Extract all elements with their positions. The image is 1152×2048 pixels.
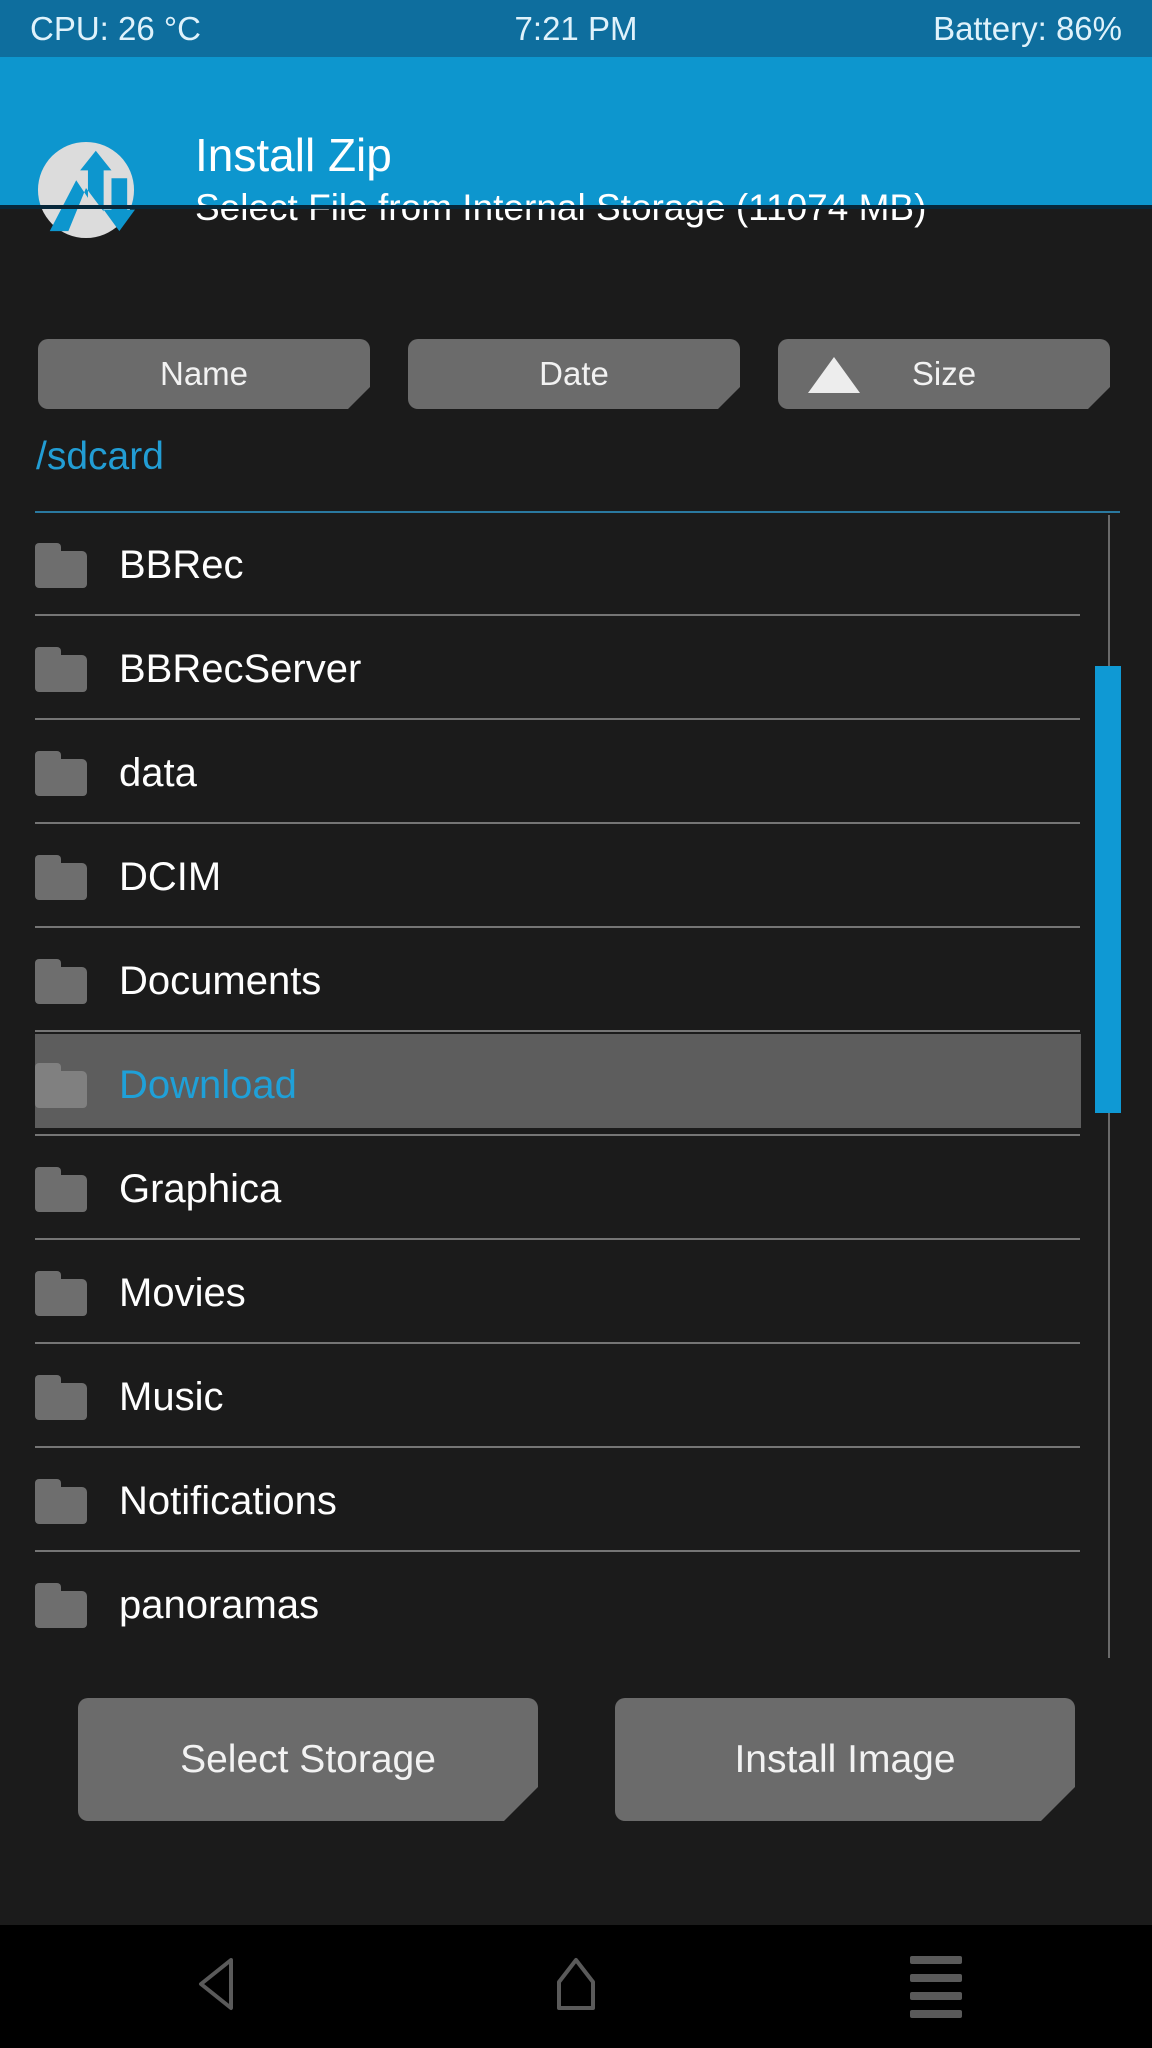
header-text-block: Install Zip Select File from Internal St… bbox=[195, 127, 926, 233]
back-triangle-icon bbox=[191, 1956, 241, 2017]
file-list-item-label: BBRec bbox=[119, 543, 244, 587]
file-list-item-label: Movies bbox=[119, 1271, 246, 1315]
file-list-item-label: DCIM bbox=[119, 855, 222, 899]
file-list-item[interactable]: BBRec bbox=[0, 513, 1152, 617]
file-list-item[interactable]: Graphica bbox=[0, 1137, 1152, 1241]
action-button-row: Select Storage Install Image bbox=[0, 1698, 1152, 1821]
folder-icon bbox=[35, 647, 87, 692]
list-divider bbox=[35, 822, 1080, 824]
file-list-item-label: Notifications bbox=[119, 1479, 337, 1523]
list-divider bbox=[35, 1446, 1080, 1448]
select-storage-label: Select Storage bbox=[180, 1737, 436, 1781]
list-divider bbox=[35, 926, 1080, 928]
sort-by-size-button[interactable]: Size bbox=[778, 339, 1110, 409]
sort-button-row: Name Date Size bbox=[0, 339, 1152, 409]
header-divider bbox=[0, 205, 1152, 209]
sort-by-name-label: Name bbox=[159, 355, 249, 392]
page-header: Install Zip Select File from Internal St… bbox=[0, 57, 1152, 239]
file-list-item-label: BBRecServer bbox=[119, 647, 362, 691]
file-list-item[interactable]: DCIM bbox=[0, 825, 1152, 929]
sort-by-date-label: Date bbox=[539, 355, 609, 392]
sort-by-date-button[interactable]: Date bbox=[408, 339, 740, 409]
home-icon bbox=[551, 1956, 601, 2017]
folder-icon bbox=[35, 1167, 87, 1212]
android-navigation-bar bbox=[0, 1925, 1152, 2048]
folder-icon bbox=[35, 751, 87, 796]
file-list-item-label: panoramas bbox=[119, 1583, 320, 1627]
home-button[interactable] bbox=[486, 1925, 666, 2048]
list-divider bbox=[35, 1030, 1080, 1032]
file-list-item-label: Documents bbox=[119, 959, 322, 1003]
twrp-screen: CPU: 26 °C 7:21 PM Battery: 86% Install … bbox=[0, 0, 1152, 2048]
folder-icon bbox=[35, 1063, 87, 1108]
sort-by-name-button[interactable]: Name bbox=[38, 339, 370, 409]
file-list-item-label: Graphica bbox=[119, 1167, 282, 1211]
current-path: /sdcard bbox=[36, 435, 164, 478]
folder-icon bbox=[35, 1583, 87, 1628]
file-list-item[interactable]: panoramas bbox=[0, 1553, 1152, 1657]
menu-button[interactable] bbox=[846, 1925, 1026, 2048]
install-image-label: Install Image bbox=[734, 1737, 956, 1781]
list-divider bbox=[35, 614, 1080, 616]
list-divider bbox=[35, 718, 1080, 720]
folder-icon bbox=[35, 855, 87, 900]
folder-icon bbox=[35, 1375, 87, 1420]
page-title: Install Zip bbox=[195, 129, 392, 181]
scrollbar-thumb[interactable] bbox=[1095, 666, 1121, 1113]
file-list-item-label: Download bbox=[119, 1063, 297, 1107]
file-list-item-label: Music bbox=[119, 1375, 224, 1419]
folder-icon bbox=[35, 543, 87, 588]
select-storage-button[interactable]: Select Storage bbox=[78, 1698, 538, 1821]
file-list-item[interactable]: Movies bbox=[0, 1241, 1152, 1345]
twrp-logo-icon bbox=[37, 141, 135, 239]
battery-level: Battery: 86% bbox=[933, 10, 1122, 47]
status-bar: CPU: 26 °C 7:21 PM Battery: 86% bbox=[0, 0, 1152, 57]
install-image-button[interactable]: Install Image bbox=[615, 1698, 1075, 1821]
file-list-item[interactable]: Music bbox=[0, 1345, 1152, 1449]
folder-icon bbox=[35, 959, 87, 1004]
sort-by-size-label: Size bbox=[911, 355, 977, 392]
menu-lines-icon bbox=[910, 1955, 962, 2018]
list-divider bbox=[35, 1238, 1080, 1240]
file-list-item-label: data bbox=[119, 751, 197, 795]
file-list-item[interactable]: Download bbox=[0, 1033, 1152, 1137]
file-list-item[interactable]: data bbox=[0, 721, 1152, 825]
list-divider bbox=[35, 1134, 1080, 1136]
file-list-item[interactable]: Notifications bbox=[0, 1449, 1152, 1553]
list-divider bbox=[35, 1342, 1080, 1344]
file-list-item[interactable]: Documents bbox=[0, 929, 1152, 1033]
file-list-item[interactable]: BBRecServer bbox=[0, 617, 1152, 721]
folder-icon bbox=[35, 1271, 87, 1316]
file-list[interactable]: BBRec BBRecServer data DCIM Documents Downloa… bbox=[0, 513, 1152, 1628]
back-button[interactable] bbox=[126, 1925, 306, 2048]
list-divider bbox=[35, 1550, 1080, 1552]
triangle-up-icon bbox=[808, 357, 860, 393]
folder-icon bbox=[35, 1479, 87, 1524]
